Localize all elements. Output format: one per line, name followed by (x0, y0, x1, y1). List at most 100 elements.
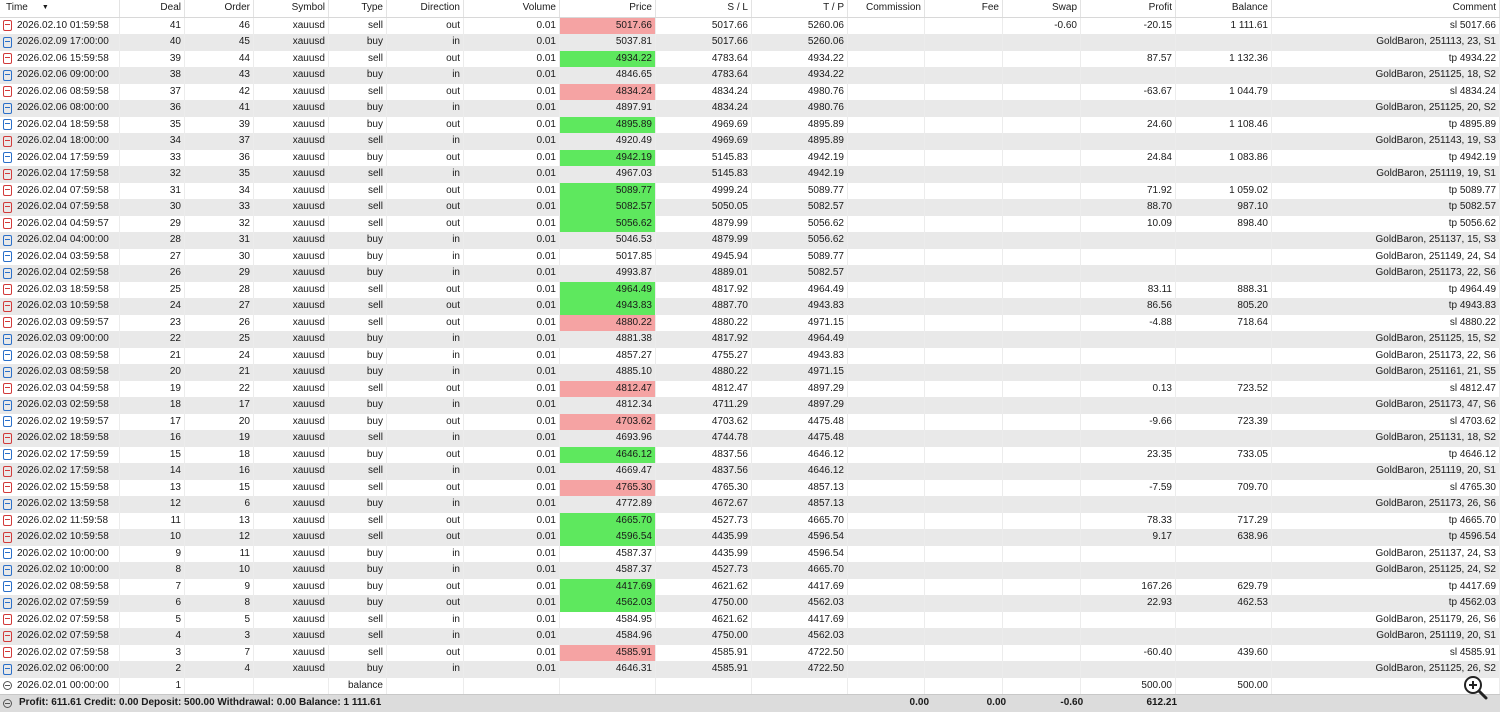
table-row[interactable]: 2026.02.03 18:59:58 25 28 xauusd sell out 0.01… (0, 281, 1500, 298)
table-row[interactable]: 2026.02.03 09:00:00 22 25 xauusd buy in 0.01 48… (0, 331, 1500, 348)
table-row[interactable]: 2026.02.02 07:59:58 5 5 xauusd sell in 0.01 458… (0, 611, 1500, 628)
table-row[interactable]: 2026.02.02 15:59:58 13 15 xauusd sell out 0.01… (0, 479, 1500, 496)
cell-symbol: xauusd (254, 628, 329, 645)
cell-volume: 0.01 (464, 182, 560, 199)
column-header-tp[interactable]: T / P (752, 0, 848, 17)
table-row[interactable]: 2026.02.03 10:59:58 24 27 xauusd sell out 0.01… (0, 298, 1500, 315)
table-row[interactable]: 2026.02.04 07:59:58 31 34 xauusd sell out 0.01… (0, 182, 1500, 199)
cell-time-text: 2026.02.02 07:59:59 (17, 597, 109, 608)
column-header-swap[interactable]: Swap (1003, 0, 1081, 17)
cell-comment: GoldBaron, 251173, 47, S6 (1272, 397, 1500, 414)
table-row[interactable]: 2026.02.04 03:59:58 27 30 xauusd buy in 0.01 50… (0, 248, 1500, 265)
cell-type: buy (329, 562, 387, 579)
cell-comment: GoldBaron, 251173, 26, S6 (1272, 496, 1500, 513)
cell-direction: in (387, 628, 464, 645)
cell-deal: 40 (120, 34, 185, 51)
table-row[interactable]: 2026.02.02 10:00:00 9 11 xauusd buy in 0.01 458… (0, 545, 1500, 562)
table-row[interactable]: 2026.02.04 18:00:00 34 37 xauusd sell in 0.01 4… (0, 133, 1500, 150)
table-row[interactable]: 2026.02.06 08:59:58 37 42 xauusd sell out 0.01… (0, 83, 1500, 100)
table-row[interactable]: 2026.02.03 04:59:58 19 22 xauusd sell out 0.01… (0, 380, 1500, 397)
column-header-time[interactable]: Time ▼ (0, 0, 120, 17)
cell-volume: 0.01 (464, 133, 560, 150)
cell-commission (848, 364, 925, 381)
cell-comment: GoldBaron, 251113, 23, S1 (1272, 34, 1500, 51)
cell-order: 4 (185, 661, 254, 678)
table-row[interactable]: 2026.02.02 13:59:58 12 6 xauusd buy in 0.01 477… (0, 496, 1500, 513)
table-row[interactable]: 2026.02.04 18:59:58 35 39 xauusd buy out 0.01 4… (0, 116, 1500, 133)
cell-time: 2026.02.04 04:59:57 (0, 215, 120, 232)
column-header-volume[interactable]: Volume (464, 0, 560, 17)
table-row[interactable]: 2026.02.02 18:59:58 16 19 xauusd sell in 0.01 4… (0, 430, 1500, 447)
column-header-direction[interactable]: Direction (387, 0, 464, 17)
cell-direction: out (387, 529, 464, 546)
cell-time: 2026.02.02 19:59:57 (0, 413, 120, 430)
cell-direction: out (387, 595, 464, 612)
table-row[interactable]: 2026.02.03 08:59:58 21 24 xauusd buy in 0.01 48… (0, 347, 1500, 364)
cell-swap (1003, 496, 1081, 513)
table-row[interactable]: 2026.02.02 10:59:58 10 12 xauusd sell out 0.01… (0, 529, 1500, 546)
cell-time-text: 2026.02.01 00:00:00 (17, 679, 109, 691)
sell-deal-icon (3, 284, 12, 296)
magnifier-plus-icon[interactable] (1462, 674, 1488, 700)
cell-balance (1176, 166, 1272, 183)
table-row[interactable]: 2026.02.03 09:59:57 23 26 xauusd sell out 0.01… (0, 314, 1500, 331)
cell-volume: 0.01 (464, 347, 560, 364)
table-row[interactable]: 2026.02.09 17:00:00 40 45 xauusd buy in 0.01 50… (0, 34, 1500, 51)
cell-balance: 718.64 (1176, 314, 1272, 331)
cell-balance (1176, 364, 1272, 381)
table-row[interactable]: 2026.02.06 15:59:58 39 44 xauusd sell out 0.01… (0, 50, 1500, 67)
column-header-fee[interactable]: Fee (925, 0, 1003, 17)
column-header-commission[interactable]: Commission (848, 0, 925, 17)
column-header-profit[interactable]: Profit (1081, 0, 1176, 17)
table-row[interactable]: 2026.02.02 07:59:58 4 3 xauusd sell in 0.01 458… (0, 628, 1500, 645)
table-row[interactable]: 2026.02.01 00:00:00 1 balance 500.00 500.00 (0, 677, 1500, 694)
table-row[interactable]: 2026.02.02 17:59:58 14 16 xauusd sell in 0.01 4… (0, 463, 1500, 480)
buy-deal-icon (3, 267, 12, 279)
table-row[interactable]: 2026.02.02 10:00:00 8 10 xauusd buy in 0.01 458… (0, 562, 1500, 579)
table-row[interactable]: 2026.02.02 08:59:58 7 9 xauusd buy out 0.01 441… (0, 578, 1500, 595)
cell-type: sell (329, 17, 387, 34)
cell-type: buy (329, 347, 387, 364)
column-header-balance[interactable]: Balance (1176, 0, 1272, 17)
cell-comment: sl 4812.47 (1272, 380, 1500, 397)
table-row[interactable]: 2026.02.04 04:00:00 28 31 xauusd buy in 0.01 50… (0, 232, 1500, 249)
cell-order: 25 (185, 331, 254, 348)
column-header-deal[interactable]: Deal (120, 0, 185, 17)
table-row[interactable]: 2026.02.02 06:00:00 2 4 xauusd buy in 0.01 4646… (0, 661, 1500, 678)
cell-balance: 723.52 (1176, 380, 1272, 397)
table-row[interactable]: 2026.02.03 08:59:58 20 21 xauusd buy in 0.01 48… (0, 364, 1500, 381)
column-header-order[interactable]: Order (185, 0, 254, 17)
table-row[interactable]: 2026.02.10 01:59:58 41 46 xauusd sell out 0.01… (0, 17, 1500, 34)
cell-direction: out (387, 314, 464, 331)
table-row[interactable]: 2026.02.04 02:59:58 26 29 xauusd buy in 0.01 49… (0, 265, 1500, 282)
table-row[interactable]: 2026.02.02 07:59:59 6 8 xauusd buy out 0.01 456… (0, 595, 1500, 612)
table-row[interactable]: 2026.02.02 19:59:57 17 20 xauusd buy out 0.01 4… (0, 413, 1500, 430)
table-row[interactable]: 2026.02.02 11:59:58 11 13 xauusd sell out 0.01… (0, 512, 1500, 529)
table-row[interactable]: 2026.02.04 17:59:58 32 35 xauusd sell in 0.01 4… (0, 166, 1500, 183)
cell-tp: 4646.12 (752, 463, 848, 480)
table-row[interactable]: 2026.02.04 04:59:57 29 32 xauusd sell out 0.01… (0, 215, 1500, 232)
cell-balance (1176, 397, 1272, 414)
table-row[interactable]: 2026.02.03 02:59:58 18 17 xauusd buy in 0.01 48… (0, 397, 1500, 414)
column-header-comment[interactable]: Comment (1272, 0, 1500, 17)
cell-time-text: 2026.02.06 08:00:00 (17, 102, 109, 113)
cell-time-text: 2026.02.04 02:59:58 (17, 267, 109, 278)
column-header-symbol[interactable]: Symbol (254, 0, 329, 17)
cell-direction: out (387, 215, 464, 232)
cell-deal: 13 (120, 479, 185, 496)
cell-swap (1003, 34, 1081, 51)
cell-time-text: 2026.02.04 04:00:00 (17, 234, 109, 245)
table-row[interactable]: 2026.02.04 07:59:58 30 33 xauusd sell out 0.01… (0, 199, 1500, 216)
column-header-sl[interactable]: S / L (656, 0, 752, 17)
table-row[interactable]: 2026.02.04 17:59:59 33 36 xauusd buy out 0.01 4… (0, 149, 1500, 166)
column-header-price[interactable]: Price (560, 0, 656, 17)
cell-time-text: 2026.02.02 10:00:00 (17, 564, 109, 575)
column-header-type[interactable]: Type (329, 0, 387, 17)
table-row[interactable]: 2026.02.02 17:59:59 15 18 xauusd buy out 0.01 4… (0, 446, 1500, 463)
cell-sl: 4837.56 (656, 446, 752, 463)
table-row[interactable]: 2026.02.02 07:59:58 3 7 xauusd sell out 0.01 45… (0, 644, 1500, 661)
table-row[interactable]: 2026.02.06 08:00:00 36 41 xauusd buy in 0.01 48… (0, 100, 1500, 117)
cell-order: 45 (185, 34, 254, 51)
cell-swap (1003, 628, 1081, 645)
table-row[interactable]: 2026.02.06 09:00:00 38 43 xauusd buy in 0.01 48… (0, 67, 1500, 84)
